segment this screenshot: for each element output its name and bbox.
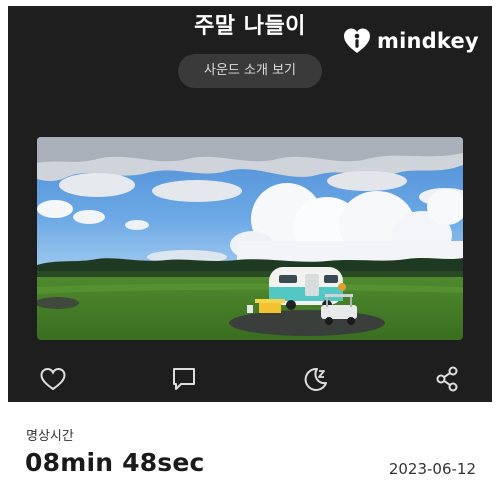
- session-photo: [37, 137, 463, 340]
- sound-intro-button[interactable]: 사운드 소개 보기: [178, 54, 322, 88]
- meditation-time-label: 명상시간: [26, 429, 74, 444]
- comment-icon[interactable]: [169, 364, 199, 394]
- like-heart-icon[interactable]: [38, 364, 68, 394]
- mindkey-logo-icon: [344, 28, 370, 53]
- session-date: 2023-06-12: [388, 460, 476, 478]
- meditation-duration: 08min 48sec: [25, 448, 205, 477]
- share-icon[interactable]: [432, 364, 462, 394]
- moon-sleep-icon[interactable]: [300, 364, 330, 394]
- brand-name: mindkey: [377, 29, 479, 53]
- brand-logo: mindkey: [342, 26, 479, 56]
- meditation-record-screen: 주말 나들이 mindkey 사운드 소개 보기 명상시간 08min 48se…: [0, 0, 500, 500]
